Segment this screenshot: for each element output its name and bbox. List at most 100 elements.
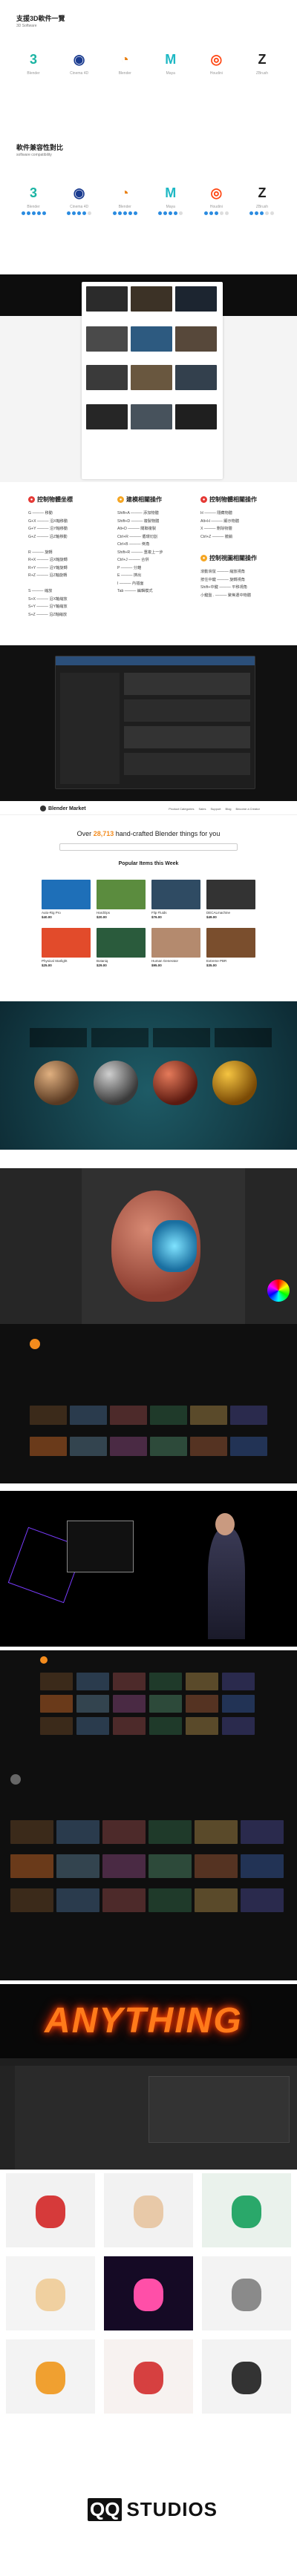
- video-thumbnail[interactable]: [150, 1406, 187, 1425]
- software-logo[interactable]: Z ZBrush: [245, 50, 279, 76]
- market-nav-link[interactable]: Blog: [226, 807, 232, 811]
- market-logo[interactable]: Blender Market: [40, 806, 86, 811]
- product-card[interactable]: Human Generator $95.00: [151, 928, 200, 967]
- software-logo[interactable]: ◔ Blender: [108, 50, 142, 76]
- market-nav-link[interactable]: Support: [211, 807, 221, 811]
- gallery-thumb[interactable]: [175, 404, 217, 429]
- video-thumbnail[interactable]: [10, 1820, 53, 1844]
- product-card[interactable]: Botaniq $29.00: [97, 928, 146, 967]
- software-logo[interactable]: ◎ Houdini: [199, 50, 233, 76]
- gallery-thumb[interactable]: [131, 326, 172, 352]
- video-thumbnail[interactable]: [230, 1437, 267, 1456]
- product-card[interactable]: Extreme PBR $35.00: [206, 928, 255, 967]
- video-thumbnail[interactable]: [40, 1717, 73, 1735]
- video-thumbnail[interactable]: [190, 1437, 227, 1456]
- video-thumbnail[interactable]: [113, 1673, 146, 1690]
- software-logo[interactable]: ◉ Cinema 4D: [62, 50, 97, 76]
- video-thumbnail[interactable]: [70, 1437, 107, 1456]
- video-thumbnail[interactable]: [30, 1406, 67, 1425]
- software-logo[interactable]: ◉ Cinema 4D: [62, 184, 97, 215]
- video-thumbnail[interactable]: [113, 1695, 146, 1713]
- video-thumbnail[interactable]: [76, 1717, 109, 1735]
- video-thumbnail[interactable]: [186, 1695, 218, 1713]
- gallery-thumb[interactable]: [86, 404, 128, 429]
- software-logo[interactable]: M Maya: [154, 50, 188, 76]
- video-thumbnail[interactable]: [76, 1695, 109, 1713]
- video-thumbnail[interactable]: [102, 1854, 146, 1878]
- video-thumbnail[interactable]: [149, 1673, 182, 1690]
- video-thumbnail[interactable]: [195, 1854, 238, 1878]
- video-thumbnail[interactable]: [195, 1888, 238, 1912]
- software-logo[interactable]: ◎ Houdini: [199, 184, 233, 215]
- color-wheel[interactable]: [267, 1279, 290, 1302]
- video-thumbnail[interactable]: [102, 1820, 146, 1844]
- product-card[interactable]: DECALmachine $49.00: [206, 880, 255, 919]
- gallery-thumb[interactable]: [131, 286, 172, 312]
- gallery-thumb[interactable]: [175, 365, 217, 390]
- video-thumbnail[interactable]: [222, 1695, 255, 1713]
- video-thumbnail[interactable]: [110, 1406, 147, 1425]
- video-thumbnail[interactable]: [148, 1854, 192, 1878]
- video-thumbnail[interactable]: [30, 1437, 67, 1456]
- sketch-toy-render[interactable]: [104, 2339, 193, 2414]
- gallery-thumb[interactable]: [131, 365, 172, 390]
- software-logo[interactable]: M Maya: [154, 184, 188, 215]
- camera-render[interactable]: [202, 2339, 291, 2414]
- gallery-thumb[interactable]: [175, 326, 217, 352]
- video-thumbnail[interactable]: [110, 1437, 147, 1456]
- software-logo[interactable]: Z ZBrush: [245, 184, 279, 215]
- video-thumbnail[interactable]: [10, 1888, 53, 1912]
- market-nav-link[interactable]: Product Categories: [169, 807, 194, 811]
- market-nav-link[interactable]: Become a Creator: [236, 807, 260, 811]
- forum-post[interactable]: [124, 673, 250, 695]
- video-thumbnail[interactable]: [10, 1854, 53, 1878]
- video-thumbnail[interactable]: [222, 1673, 255, 1690]
- pokeball-render[interactable]: [6, 2173, 95, 2247]
- software-logo[interactable]: 3 Blender: [16, 50, 50, 76]
- video-thumbnail[interactable]: [190, 1406, 227, 1425]
- video-thumbnail[interactable]: [70, 1406, 107, 1425]
- video-thumbnail[interactable]: [148, 1888, 192, 1912]
- channel-avatar[interactable]: [40, 1656, 48, 1664]
- toy-render[interactable]: [202, 2173, 291, 2247]
- product-card[interactable]: Flip Fluids $76.00: [151, 880, 200, 919]
- video-thumbnail[interactable]: [102, 1888, 146, 1912]
- gallery-thumb[interactable]: [86, 286, 128, 312]
- product-card[interactable]: Physical Starlight $25.00: [42, 928, 91, 967]
- hand-render[interactable]: [6, 2256, 95, 2330]
- video-thumbnail[interactable]: [195, 1820, 238, 1844]
- gallery-thumb[interactable]: [175, 286, 217, 312]
- video-thumbnail[interactable]: [149, 1695, 182, 1713]
- video-thumbnail[interactable]: [40, 1695, 73, 1713]
- market-nav-link[interactable]: Sales: [198, 807, 206, 811]
- video-thumbnail[interactable]: [56, 1888, 99, 1912]
- forum-post[interactable]: [124, 726, 250, 748]
- video-thumbnail[interactable]: [148, 1820, 192, 1844]
- video-thumbnail[interactable]: [186, 1673, 218, 1690]
- video-thumbnail[interactable]: [56, 1820, 99, 1844]
- market-search-input[interactable]: [59, 843, 238, 851]
- video-thumbnail[interactable]: [56, 1854, 99, 1878]
- forum-post[interactable]: [124, 699, 250, 722]
- video-thumbnail[interactable]: [76, 1673, 109, 1690]
- channel-avatar[interactable]: [30, 1339, 40, 1349]
- channel-avatar[interactable]: [10, 1774, 21, 1785]
- software-logo[interactable]: ◔ Blender: [108, 184, 142, 215]
- product-card[interactable]: HardOps $20.00: [97, 880, 146, 919]
- product-card[interactable]: Auto-Rig Pro $40.00: [42, 880, 91, 919]
- pencil-render[interactable]: [6, 2339, 95, 2414]
- character-render[interactable]: [104, 2173, 193, 2247]
- video-thumbnail[interactable]: [222, 1717, 255, 1735]
- video-thumbnail[interactable]: [241, 1854, 284, 1878]
- forum-post[interactable]: [124, 753, 250, 775]
- video-thumbnail[interactable]: [150, 1437, 187, 1456]
- node-box[interactable]: [148, 2076, 290, 2143]
- video-thumbnail[interactable]: [40, 1673, 73, 1690]
- video-thumbnail[interactable]: [241, 1820, 284, 1844]
- gallery-thumb[interactable]: [131, 404, 172, 429]
- video-thumbnail[interactable]: [149, 1717, 182, 1735]
- video-thumbnail[interactable]: [241, 1888, 284, 1912]
- robot-render[interactable]: [202, 2256, 291, 2330]
- video-thumbnail[interactable]: [186, 1717, 218, 1735]
- software-logo[interactable]: 3 Blender: [16, 184, 50, 215]
